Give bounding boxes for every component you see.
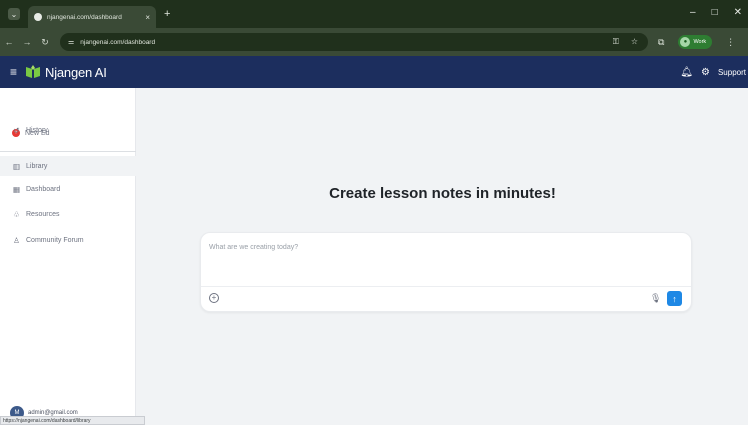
app-root: ⌄ njangenai.com/dashboard × + – □ ✕ ← → … <box>0 0 748 425</box>
close-tab-icon[interactable]: × <box>145 13 150 22</box>
status-bar-url: https://njangenai.com/dashboard/library <box>0 416 145 425</box>
address-bar[interactable]: ⚌ njangenai.com/dashboard ⚿ ☆ <box>60 33 648 51</box>
settings-gear-icon[interactable]: ⚙ <box>701 67 710 78</box>
profile-avatar-icon: ● <box>680 37 691 47</box>
maximize-icon[interactable]: □ <box>712 7 718 18</box>
sidebar-item-label: Dashboard <box>26 186 61 193</box>
browser-tab-strip: ⌄ njangenai.com/dashboard × + – □ ✕ <box>0 0 748 28</box>
bookmark-star-icon[interactable]: ☆ <box>631 37 638 47</box>
sidebar-item-resources[interactable]: ♧ Resources <box>12 210 59 219</box>
brand-name: Njangen AI <box>45 64 107 80</box>
library-icon: ▥ <box>12 162 21 171</box>
favicon-icon <box>34 13 42 21</box>
notification-bell-icon[interactable]: 🔔︎ <box>680 67 693 78</box>
site-info-icon[interactable]: ⚌ <box>68 38 74 46</box>
forward-icon[interactable]: → <box>18 37 36 47</box>
app-header: ≡ Njangen AI 🔔︎ ⚙ Support <box>0 56 748 88</box>
close-window-icon[interactable]: ✕ <box>734 7 742 18</box>
browser-toolbar: ← → ↻ ⚌ njangenai.com/dashboard ⚿ ☆ ⧉ ● … <box>0 28 748 56</box>
sidebar-item-label: History <box>26 127 48 134</box>
url-text: njangenai.com/dashboard <box>80 38 156 46</box>
main-content: Create lesson notes in minutes! What are… <box>137 88 748 425</box>
password-key-icon[interactable]: ⚿ <box>613 37 619 47</box>
prompt-input[interactable]: What are we creating today? <box>209 244 298 251</box>
microphone-icon[interactable]: 🎙︎ <box>650 293 661 304</box>
support-link[interactable]: Support <box>718 68 746 77</box>
header-actions: 🔔︎ ⚙ Support <box>680 67 748 78</box>
send-button[interactable]: ↑ <box>667 291 682 306</box>
profile-chip[interactable]: ● Work <box>678 35 713 49</box>
sidebar-item-library[interactable]: ▥ Library <box>12 162 47 171</box>
browser-tab[interactable]: njangenai.com/dashboard × <box>28 6 156 28</box>
page-headline: Create lesson notes in minutes! <box>329 185 556 202</box>
sidebar-item-label: Community Forum <box>26 237 84 244</box>
sidebar-item-history[interactable]: ↺ History <box>12 126 48 135</box>
extensions-icon[interactable]: ⧉ <box>658 37 664 48</box>
sidebar-item-community-forum[interactable]: ♙ Community Forum <box>12 236 84 245</box>
reload-icon[interactable]: ↻ <box>36 37 54 48</box>
sidebar-items-layer: ↺ History ▥ Library ▦ Dashboard ♧ Resour… <box>0 88 136 425</box>
window-controls: – □ ✕ <box>690 7 742 18</box>
profile-label: Work <box>693 39 707 45</box>
sidebar-divider <box>0 151 136 152</box>
resources-icon: ♧ <box>13 210 20 219</box>
prompt-composer: What are we creating today? + 🎙︎ ↑ <box>200 232 692 312</box>
browser-menu-icon[interactable]: ⋮ <box>726 37 735 48</box>
tab-search-icon[interactable]: ⌄ <box>8 8 20 20</box>
composer-divider <box>201 286 691 287</box>
sidebar-item-dashboard[interactable]: ▦ Dashboard <box>12 185 60 194</box>
minimize-icon[interactable]: – <box>690 7 696 18</box>
new-tab-button[interactable]: + <box>164 8 170 20</box>
tab-title: njangenai.com/dashboard <box>47 13 122 21</box>
sidebar-item-label: Resources <box>26 211 60 218</box>
dashboard-icon: ▦ <box>12 185 21 194</box>
history-icon: ↺ <box>13 126 20 135</box>
community-icon: ♙ <box>13 236 20 245</box>
attach-plus-icon[interactable]: + <box>209 293 219 303</box>
back-icon[interactable]: ← <box>0 37 18 47</box>
brand-logo-icon <box>26 65 41 78</box>
menu-icon[interactable]: ≡ <box>10 65 17 79</box>
sidebar-item-label: Library <box>26 163 48 170</box>
